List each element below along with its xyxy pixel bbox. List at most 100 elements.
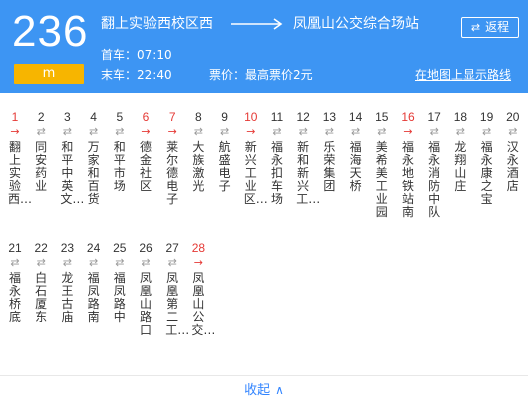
show-on-map-link[interactable]: 在地图上显示路线 — [415, 67, 511, 83]
stop-item[interactable]: 23 ⇄ 龙王古庙 — [54, 241, 80, 324]
stop-item[interactable]: 25 ⇄ 福凤路中 — [107, 241, 133, 324]
stop-number: 15 — [375, 110, 389, 124]
stop-item[interactable]: 14 ⇄ 福海天桥 — [343, 110, 369, 193]
stop-item[interactable]: 6 → 德金社区 — [133, 110, 159, 193]
stop-name: 福海天桥 — [349, 140, 362, 193]
stop-item[interactable]: 5 ⇄ 和平市场 — [107, 110, 133, 193]
stop-number: 23 — [60, 241, 75, 255]
stop-number: 9 — [221, 110, 228, 124]
bidirectional-arrow-icon: ⇄ — [481, 125, 492, 138]
last-bus-time: 末车：22:40 — [101, 68, 172, 82]
stop-item[interactable]: 27 ⇄ 凤凰第二工… — [159, 241, 190, 337]
chevron-up-icon: ∧ — [275, 383, 284, 397]
stop-number: 13 — [322, 110, 337, 124]
stop-name: 德金社区 — [139, 140, 152, 193]
stop-number: 12 — [296, 110, 310, 124]
stop-item[interactable]: 16 → 福永地铁站南 — [395, 110, 421, 219]
right-arrow-icon: → — [141, 125, 151, 138]
stop-item[interactable]: 9 ⇄ 航盛电子 — [212, 110, 238, 193]
stop-item[interactable]: 17 ⇄ 福永消防中队 — [421, 110, 447, 219]
stop-item[interactable]: 3 ⇄ 和平中英文… — [54, 110, 85, 206]
stop-item[interactable]: 4 ⇄ 万家和百货 — [81, 110, 107, 206]
stop-item[interactable]: 8 ⇄ 大族激光 — [185, 110, 211, 193]
stop-name: 福永扣车场 — [270, 140, 283, 206]
bidirectional-arrow-icon: ⇄ — [10, 256, 20, 269]
stop-number: 10 — [244, 110, 258, 124]
stop-item[interactable]: 12 ⇄ 新和新兴工… — [290, 110, 321, 206]
stop-item[interactable]: 21 ⇄ 福永桥底 — [2, 241, 28, 324]
stop-item[interactable]: 26 ⇄ 凤凰山路口 — [133, 241, 159, 337]
stop-item[interactable]: 2 ⇄ 同安药业 — [28, 110, 54, 193]
destination-stop: 凤凰山公交综合场站 — [293, 16, 419, 32]
origin-stop: 翻上实验西校区西 — [101, 16, 213, 32]
swap-arrows-icon: ⇄ — [470, 21, 481, 34]
stop-name: 航盛电子 — [218, 140, 231, 193]
route-number: 236 — [12, 7, 89, 56]
stop-item[interactable]: 1 → 翻上实验西… — [2, 110, 33, 206]
direction-arrow-icon — [231, 18, 283, 30]
right-arrow-icon: → — [167, 125, 177, 138]
stop-number: 6 — [142, 110, 150, 124]
stop-name: 福永桥底 — [8, 271, 21, 324]
stop-name: 龙翔山庄 — [454, 140, 467, 193]
stop-name: 万家和百货 — [87, 140, 100, 206]
stop-name: 福凤路南 — [87, 271, 100, 324]
return-button-label: 返程 — [485, 20, 510, 34]
bidirectional-arrow-icon: ⇄ — [193, 125, 203, 138]
stop-number: 21 — [8, 241, 22, 255]
stop-name: 凤凰山路口 — [139, 271, 152, 337]
stop-name: 福永消防中队 — [428, 140, 441, 219]
stop-name: 凤凰山公交… — [191, 271, 216, 337]
stop-number: 3 — [64, 110, 71, 124]
stop-name: 翻上实验西… — [8, 140, 33, 206]
stop-item[interactable]: 11 ⇄ 福永扣车场 — [264, 110, 290, 206]
bidirectional-arrow-icon: ⇄ — [377, 125, 387, 138]
stop-item[interactable]: 13 ⇄ 乐荣集团 — [316, 110, 342, 193]
stop-number: 2 — [37, 110, 45, 124]
stop-name: 新和新兴工… — [296, 140, 321, 206]
bidirectional-arrow-icon: ⇄ — [324, 125, 334, 138]
bidirectional-arrow-icon: ⇄ — [115, 125, 125, 138]
bidirectional-arrow-icon: ⇄ — [88, 125, 99, 138]
right-arrow-icon: → — [403, 125, 413, 138]
stop-item[interactable]: 28 → 凤凰山公交… — [185, 241, 216, 337]
stop-item[interactable]: 20 ⇄ 汉永酒店 — [500, 110, 526, 193]
stop-number: 27 — [165, 241, 179, 255]
stop-number: 7 — [168, 110, 176, 124]
stop-item[interactable]: 24 ⇄ 福凤路南 — [81, 241, 107, 324]
stop-name: 乐荣集团 — [323, 140, 336, 193]
stop-item[interactable]: 22 ⇄ 白石厦东 — [28, 241, 54, 324]
stop-name: 莱尔德电子 — [166, 140, 179, 206]
stop-number: 25 — [113, 241, 127, 255]
bidirectional-arrow-icon: ⇄ — [219, 125, 230, 138]
stop-item[interactable]: 19 ⇄ 福永康之宝 — [474, 110, 500, 206]
stop-name: 美希美工业园 — [375, 140, 388, 219]
stop-name: 和平中英文… — [60, 140, 85, 206]
stop-item[interactable]: 18 ⇄ 龙翔山庄 — [447, 110, 473, 193]
stop-name: 凤凰第二工… — [165, 271, 190, 337]
right-arrow-icon: → — [246, 125, 256, 138]
stop-number: 24 — [86, 241, 101, 255]
stop-name: 新兴工业区… — [243, 140, 268, 206]
stop-number: 28 — [191, 241, 206, 255]
route-header: 236 m 翻上实验西校区西 凤凰山公交综合场站 ⇄ 返程 首车：07:10 末车… — [0, 0, 528, 93]
collapse-label: 收起 — [244, 383, 271, 398]
stop-name: 福永地铁站南 — [401, 140, 414, 219]
stop-name: 福永康之宝 — [480, 140, 493, 206]
stop-item[interactable]: 10 → 新兴工业区… — [238, 110, 268, 206]
stop-item[interactable]: 7 → 莱尔德电子 — [159, 110, 185, 206]
right-arrow-icon: → — [10, 125, 20, 138]
stop-number: 20 — [506, 110, 520, 124]
bidirectional-arrow-icon: ⇄ — [429, 125, 439, 138]
stop-number: 26 — [139, 241, 153, 255]
stop-item[interactable]: 15 ⇄ 美希美工业园 — [369, 110, 395, 219]
stop-name: 龙王古庙 — [61, 271, 74, 324]
collapse-button[interactable]: 收起 ∧ — [0, 381, 528, 400]
bidirectional-arrow-icon: ⇄ — [115, 256, 125, 269]
stop-number: 1 — [11, 110, 19, 124]
fare-info: 票价：最高票价2元 — [209, 68, 313, 82]
return-button[interactable]: ⇄ 返程 — [461, 17, 519, 38]
bidirectional-arrow-icon: ⇄ — [36, 125, 46, 138]
bidirectional-arrow-icon: ⇄ — [272, 125, 282, 138]
bidirectional-arrow-icon: ⇄ — [88, 256, 99, 269]
